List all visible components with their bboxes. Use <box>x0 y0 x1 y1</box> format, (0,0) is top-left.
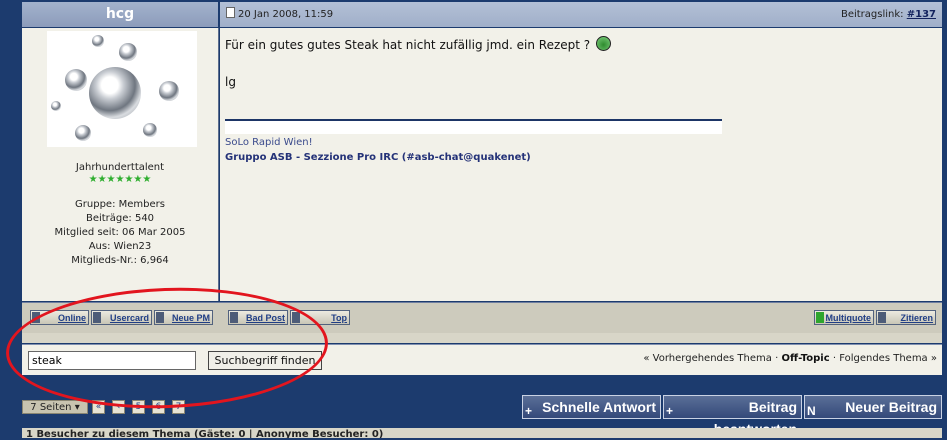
next-topic-link[interactable]: Folgendes Thema » <box>839 353 937 364</box>
diamond-image <box>143 123 157 137</box>
new-pm-button[interactable]: Neue PM <box>154 310 213 325</box>
author-posts: Beiträge: 540 <box>85 213 155 224</box>
page-link[interactable]: 6 <box>152 400 165 414</box>
post-icon <box>226 7 235 18</box>
online-button[interactable]: Online <box>30 310 89 325</box>
signature-box <box>225 121 722 134</box>
rank-stars: ★★★★★★★ <box>88 174 152 185</box>
page-link[interactable]: 5 <box>132 400 145 414</box>
post-author-name[interactable]: hcg <box>22 2 218 27</box>
diamond-image <box>92 35 104 47</box>
signature-line: SoLo Rapid Wien! <box>225 137 313 148</box>
new-icon: N <box>807 404 816 418</box>
first-page-link[interactable]: « <box>92 400 105 414</box>
post-date: 20 Jan 2008, 11:59 <box>226 2 333 27</box>
post-link: Beitragslink: #137 <box>841 2 936 27</box>
avatar <box>47 31 197 147</box>
post-text-line: Für ein gutes gutes Steak hat nicht zufä… <box>225 38 591 52</box>
diamond-image <box>75 125 91 141</box>
plus-icon: + <box>666 404 674 418</box>
author-group: Gruppe: Members <box>75 199 165 210</box>
forum-link[interactable]: Off-Topic <box>781 353 829 364</box>
author-member-since: Mitglied seit: 06 Mar 2005 <box>54 227 186 238</box>
bad-post-button[interactable]: Bad Post <box>228 310 288 325</box>
visitor-count: 1 Besucher zu diesem Thema (Gäste: 0 | A… <box>26 429 384 438</box>
prev-topic-link[interactable]: « Vorhergehendes Thema <box>643 353 772 364</box>
diamond-image <box>51 101 61 111</box>
current-page: 7 <box>172 400 185 414</box>
topic-navigation: « Vorhergehendes Thema · Off-Topic · Fol… <box>643 351 937 367</box>
multiquote-button[interactable]: Multiquote <box>814 310 874 325</box>
diamond-image <box>119 43 137 61</box>
post-text-greeting: lg <box>225 75 236 89</box>
usercard-button[interactable]: Usercard <box>91 310 152 325</box>
top-button[interactable]: Top <box>290 310 350 325</box>
divider-strip <box>22 333 942 343</box>
post-body <box>220 28 942 301</box>
diamond-image <box>89 67 141 119</box>
page-count-dropdown[interactable]: 7 Seiten ▾ <box>22 400 88 414</box>
new-post-label: Neuer Beitrag <box>845 399 937 415</box>
prev-page-link[interactable]: ‹ <box>112 400 125 414</box>
signature-line: Gruppo ASB - Sezzione Pro IRC (#asb-chat… <box>225 152 531 163</box>
diamond-image <box>159 81 179 101</box>
nav-separator: · <box>832 353 837 364</box>
quick-reply-button[interactable]: + Schnelle Antwort <box>522 395 661 419</box>
author-member-number: Mitglieds-Nr.: 6,964 <box>71 255 169 266</box>
search-button[interactable]: Suchbegriff finden <box>208 351 322 370</box>
post-date-text: 20 Jan 2008, 11:59 <box>238 9 334 20</box>
post-header: 20 Jan 2008, 11:59 Beitragslink: #137 <box>220 2 942 27</box>
smiley-icon <box>595 36 611 51</box>
post-link-number[interactable]: #137 <box>907 9 936 20</box>
post-text: Für ein gutes gutes Steak hat nicht zufä… <box>225 36 611 52</box>
new-post-button[interactable]: N Neuer Beitrag <box>804 395 942 419</box>
post-link-label: Beitragslink: <box>840 9 904 20</box>
plus-icon: + <box>525 404 533 418</box>
reply-button[interactable]: +Beitrag beantworten <box>663 395 802 437</box>
visitor-info: 1 Besucher zu diesem Thema (Gäste: 0 | A… <box>22 428 942 438</box>
nav-separator: · <box>775 353 779 364</box>
author-location: Aus: Wien23 <box>88 241 152 252</box>
quote-button[interactable]: Zitieren <box>876 310 936 325</box>
quick-reply-label: Schnelle Antwort <box>542 399 656 415</box>
diamond-image <box>65 69 87 91</box>
search-input[interactable] <box>28 351 196 370</box>
